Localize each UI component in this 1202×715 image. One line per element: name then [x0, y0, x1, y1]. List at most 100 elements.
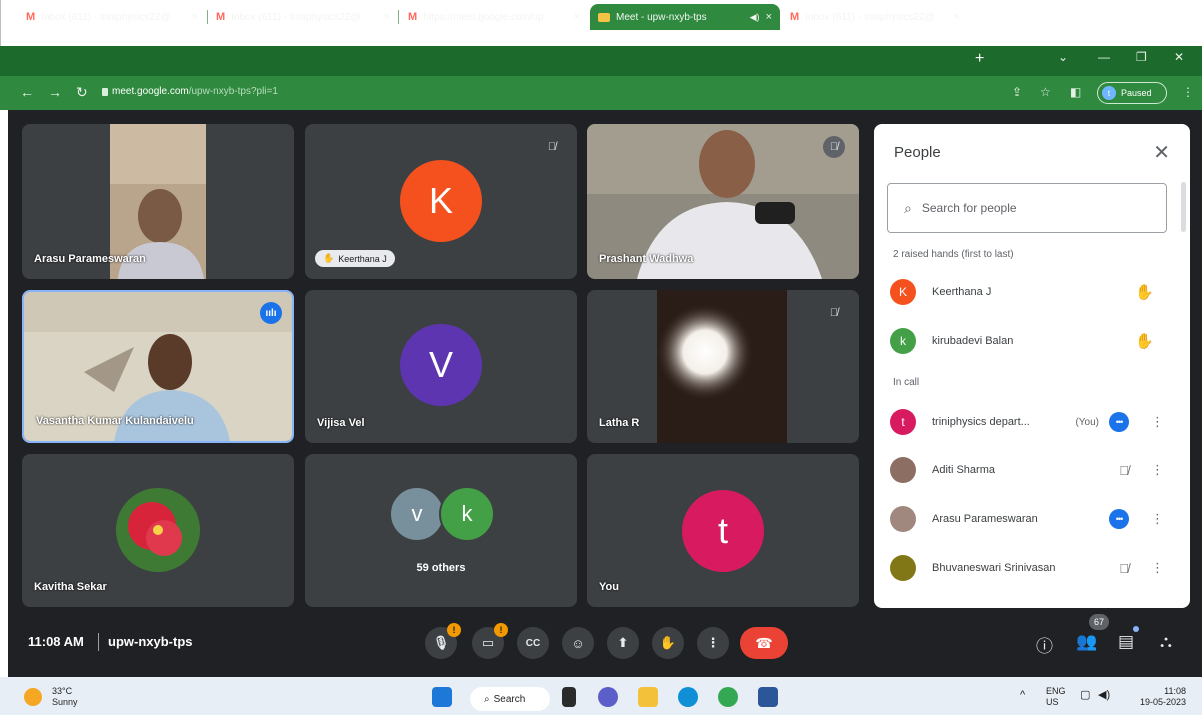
show-hidden-icons[interactable]: ^: [1020, 690, 1025, 701]
video-tile-you[interactable]: t You: [587, 454, 859, 607]
minimize-icon[interactable]: —: [1098, 50, 1110, 64]
emoji-button[interactable]: ☺: [562, 627, 594, 659]
participant-avatar: t: [682, 490, 764, 572]
leave-call-button[interactable]: ☎: [740, 627, 788, 659]
window-close-icon[interactable]: ✕: [1174, 50, 1184, 64]
close-icon[interactable]: ×: [574, 11, 580, 23]
people-search[interactable]: ⌕: [887, 183, 1167, 233]
raise-hand-button[interactable]: ✋: [652, 627, 684, 659]
word-icon[interactable]: [758, 687, 778, 707]
more-options-icon[interactable]: ⋮: [1151, 462, 1164, 478]
hand-icon[interactable]: ✋: [1135, 332, 1154, 350]
edge-icon[interactable]: [678, 687, 698, 707]
more-options-icon[interactable]: ⋮: [1151, 560, 1164, 576]
audio-playing-icon[interactable]: ◀): [750, 12, 760, 23]
windows-start-icon[interactable]: [432, 687, 452, 707]
search-icon: ⌕: [484, 693, 490, 705]
search-input[interactable]: [921, 201, 1142, 215]
tab-inbox-2[interactable]: M Inbox (611) - triniphysics22@ ×: [208, 4, 398, 30]
participant-avatar: v: [389, 486, 445, 542]
language: ENG: [1046, 686, 1066, 696]
present-screen-button[interactable]: ⬆: [607, 627, 639, 659]
weather-widget[interactable]: 33°C Sunny: [52, 686, 78, 708]
network-icon[interactable]: ▢: [1080, 690, 1090, 701]
weather-sun-icon[interactable]: [24, 688, 42, 706]
hand-icon[interactable]: ✋: [1135, 283, 1154, 301]
system-clock[interactable]: 11:08 19-05-2023: [1130, 686, 1186, 708]
region: US: [1046, 697, 1059, 707]
tab-meet-link[interactable]: M https://meet.google.com/up ×: [400, 4, 588, 30]
clock-time: 11:08: [1164, 686, 1186, 696]
close-icon[interactable]: ×: [766, 11, 772, 23]
close-icon[interactable]: ×: [384, 11, 390, 23]
video-tile-latha[interactable]: 🎙̸ Latha R: [587, 290, 859, 443]
chat-icon[interactable]: ▤: [1118, 632, 1134, 652]
bookmark-star-icon[interactable]: ☆: [1040, 85, 1051, 99]
video-tile-prashant[interactable]: 🎙̸ Prashant Wadhwa: [587, 124, 859, 279]
back-icon[interactable]: ←: [20, 84, 34, 100]
tab-separator: [398, 10, 399, 24]
close-icon[interactable]: ×: [192, 11, 198, 23]
mic-off-icon: 🎙̸: [547, 141, 557, 153]
meeting-details-icon[interactable]: ⓘ: [1036, 632, 1053, 657]
participant-avatar: [890, 555, 916, 581]
forward-icon[interactable]: →: [48, 84, 62, 100]
in-call-heading: In call: [893, 377, 920, 388]
tab-inbox-3[interactable]: M Inbox (611) - triniphysics22@ ×: [782, 4, 968, 30]
raised-hands-heading: 2 raised hands (first to last): [893, 249, 1014, 260]
file-explorer-icon[interactable]: [638, 687, 658, 707]
volume-icon[interactable]: ◀): [1098, 690, 1110, 701]
tab-inbox-1[interactable]: M Inbox (611) - triniphysics22@ ×: [18, 4, 206, 30]
address-bar[interactable]: meet.google.com/upw-nxyb-tps?pli=1: [112, 86, 278, 97]
language-indicator[interactable]: ENG US: [1046, 686, 1066, 708]
close-icon[interactable]: ×: [954, 11, 960, 23]
meeting-code: upw-nxyb-tps: [108, 634, 193, 649]
teams-chat-icon[interactable]: [598, 687, 618, 707]
video-tile-vijisa[interactable]: V Vijisa Vel: [305, 290, 577, 443]
video-tile-vasantha[interactable]: ıılı Vasantha Kumar Kulandaivelu: [22, 290, 294, 443]
tab-meet-active[interactable]: Meet - upw-nxyb-tps ◀) ×: [590, 4, 780, 30]
participant-row[interactable]: t triniphysics depart... (You) ••• ⋮: [890, 407, 1170, 437]
raised-hand-row[interactable]: K Keerthana J ✋: [890, 277, 1170, 307]
people-icon[interactable]: 👥: [1076, 632, 1097, 652]
panel-title: People: [894, 144, 941, 161]
participant-row[interactable]: Aditi Sharma 🎙̸ ⋮: [890, 455, 1170, 485]
share-icon[interactable]: ⇪: [1012, 85, 1022, 99]
raised-hand-row[interactable]: k kirubadevi Balan ✋: [890, 326, 1170, 356]
video-tile-kavitha[interactable]: Kavitha Sekar: [22, 454, 294, 607]
reload-icon[interactable]: ↻: [76, 84, 88, 101]
participant-avatar: V: [400, 324, 482, 406]
profile-paused-button[interactable]: t Paused: [1097, 82, 1167, 104]
participant-row[interactable]: Bhuvaneswari Srinivasan 🎙̸ ⋮: [890, 553, 1170, 583]
new-tab-button[interactable]: +: [975, 50, 984, 68]
captions-button[interactable]: CC: [517, 627, 549, 659]
activities-icon[interactable]: ⛬: [1160, 632, 1172, 652]
participant-row[interactable]: Arasu Parameswaran ••• ⋮: [890, 504, 1170, 534]
more-options-button[interactable]: ⋮: [697, 627, 729, 659]
restore-icon[interactable]: ❐: [1136, 50, 1147, 64]
video-tile-arasu[interactable]: Arasu Parameswaran: [22, 124, 294, 279]
more-options-icon[interactable]: ⋮: [1151, 511, 1164, 527]
lock-icon: [102, 88, 108, 96]
side-panel-icon[interactable]: ◧: [1070, 85, 1081, 99]
participant-name: triniphysics depart...: [932, 416, 1030, 428]
tab-title: https://meet.google.com/up: [423, 11, 544, 23]
microphone-button[interactable]: 🎙!: [425, 623, 461, 659]
profile-status: Paused: [1121, 88, 1152, 98]
chrome-icon[interactable]: [718, 687, 738, 707]
panel-scrollbar[interactable]: [1181, 182, 1186, 232]
camera-button[interactable]: ▭!: [472, 623, 508, 659]
participant-name: Keerthana J: [932, 286, 992, 298]
browser-tab-strip: [0, 46, 1202, 76]
more-options-icon[interactable]: ⋮: [1151, 414, 1164, 430]
task-view-icon[interactable]: [562, 687, 576, 707]
tab-search-icon[interactable]: ⌄: [1058, 50, 1068, 64]
close-panel-icon[interactable]: ✕: [1153, 140, 1170, 165]
participant-name: Bhuvaneswari Srinivasan: [932, 562, 1056, 574]
video-tile-keerthana[interactable]: K 🎙̸ ✋ Keerthana J: [305, 124, 577, 279]
taskbar-search[interactable]: ⌕ Search: [470, 687, 550, 711]
clock-date: 19-05-2023: [1139, 697, 1186, 707]
browser-menu-icon[interactable]: ⋮: [1182, 85, 1194, 99]
speaking-indicator-icon: ıılı: [260, 302, 282, 324]
video-tile-others[interactable]: v k 59 others: [305, 454, 577, 607]
